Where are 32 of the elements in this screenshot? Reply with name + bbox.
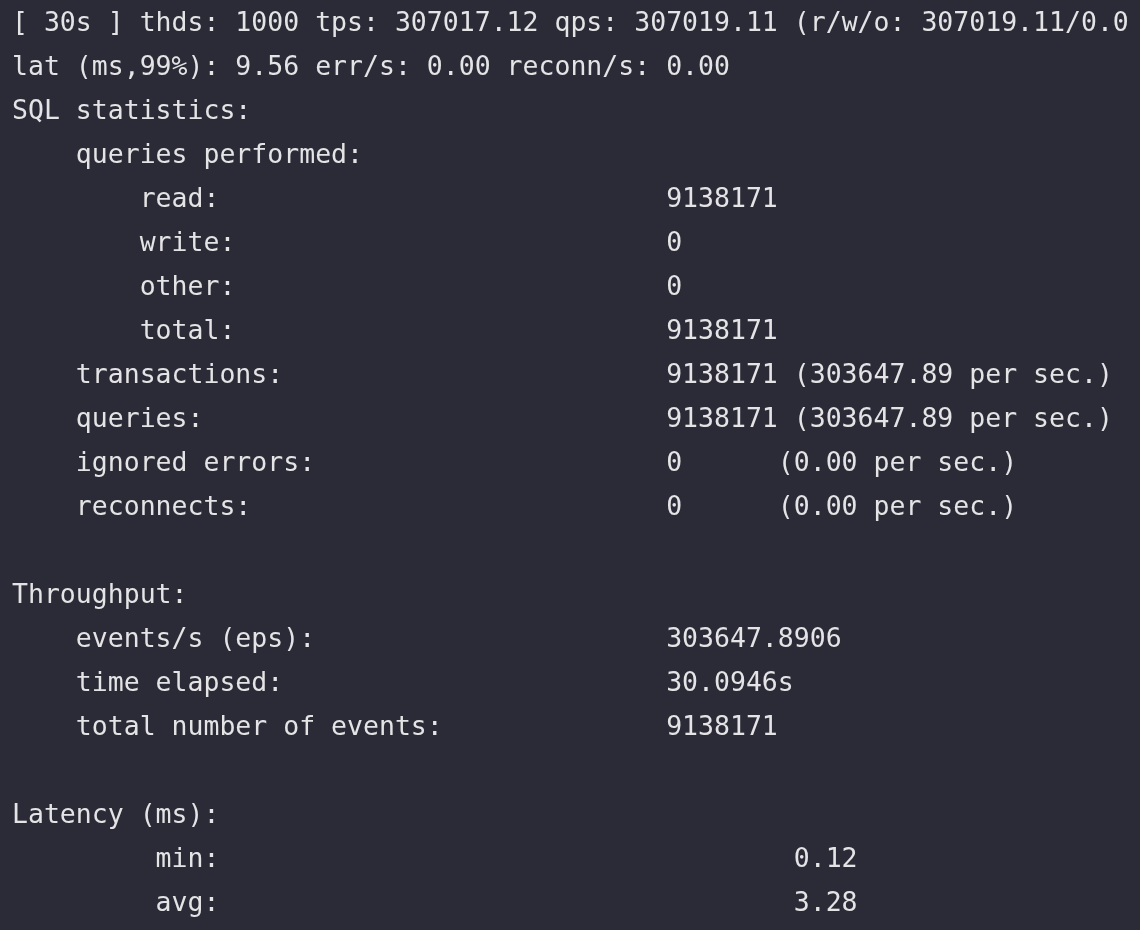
stat-value: 30.0946s (666, 666, 794, 697)
stat-label: ignored errors: (75, 446, 316, 477)
stat-value: 9138171 (303647.89 per sec.) (666, 358, 1113, 389)
stat-value: 0 (666, 270, 683, 301)
stat-value: 9138171 (666, 710, 778, 741)
section-heading: Throughput: (12, 578, 188, 609)
stat-label: total: (139, 314, 236, 345)
section-heading: Latency (ms): (12, 798, 220, 829)
stat-label: read: (139, 182, 220, 213)
stat-value: 9138171 (303647.89 per sec.) (666, 402, 1113, 433)
stat-value: 0.12 (793, 842, 858, 873)
stat-label: write: (139, 226, 236, 257)
stat-value: 303647.8906 (666, 622, 842, 653)
section-heading: SQL statistics: (12, 94, 252, 125)
stat-label: other: (139, 270, 236, 301)
stat-label: events/s (eps): (75, 622, 316, 653)
stat-label: min: (155, 842, 220, 873)
stat-label: queries performed: (75, 138, 363, 169)
stat-value: 0 (0.00 per sec.) (666, 446, 1018, 477)
stat-label: avg: (155, 886, 220, 917)
stat-label: reconnects: (75, 490, 252, 521)
status-line: lat (ms,99%): 9.56 err/s: 0.00 reconn/s: 0.00 (12, 50, 730, 81)
stat-value: 9138171 (666, 182, 778, 213)
stat-label: queries: (75, 402, 204, 433)
status-line: [ 30s ] thds: 1000 tps: 307017.12 qps: 307019.11 (r/w/o: 307019.11/0.0 (12, 6, 1129, 37)
stat-value: 3.28 (793, 886, 858, 917)
stat-value: 0 (666, 226, 683, 257)
stat-label: total number of events: (75, 710, 443, 741)
stat-value: 0 (0.00 per sec.) (666, 490, 1018, 521)
stat-label: time elapsed: (75, 666, 284, 697)
stat-value: 9138171 (666, 314, 778, 345)
stat-label: transactions: (75, 358, 284, 389)
